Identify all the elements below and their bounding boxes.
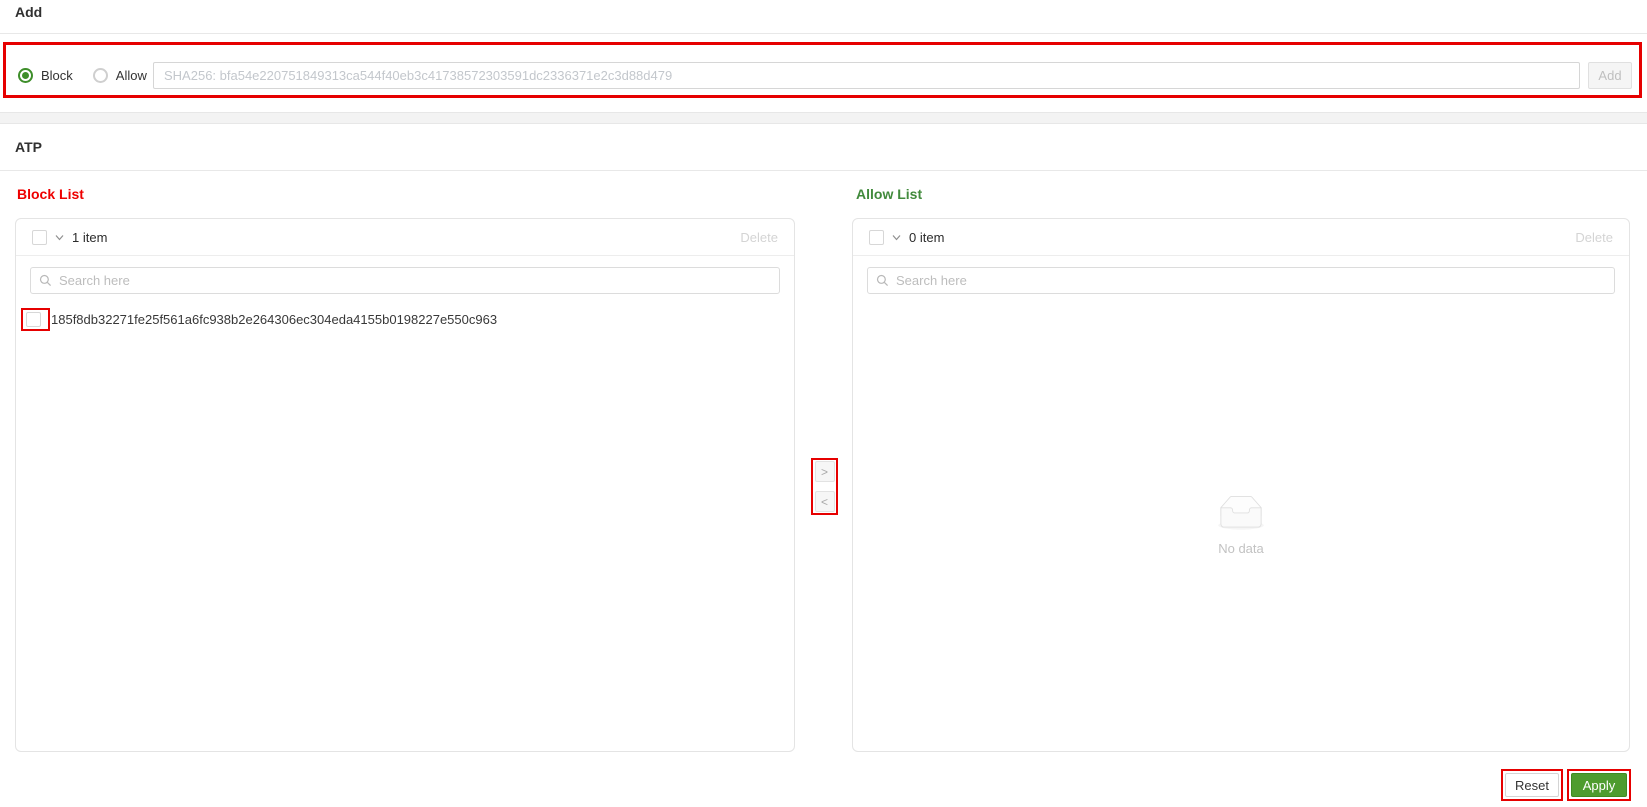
annotation-box-reset: Reset bbox=[1501, 769, 1563, 801]
annotation-box-apply: Apply bbox=[1567, 769, 1631, 801]
annotation-box-transfer-buttons: > < bbox=[811, 458, 838, 515]
add-button[interactable]: Add bbox=[1588, 62, 1632, 89]
allow-list-header: 0 item Delete bbox=[853, 219, 1629, 256]
section-separator bbox=[0, 112, 1647, 124]
empty-inbox-icon bbox=[1218, 496, 1264, 530]
block-list-title: Block List bbox=[17, 186, 84, 202]
allow-radio[interactable]: Allow bbox=[92, 67, 147, 83]
no-data-text: No data bbox=[1218, 541, 1264, 556]
divider bbox=[0, 33, 1647, 34]
radio-unselected-icon bbox=[92, 67, 108, 83]
allow-list-title: Allow List bbox=[856, 186, 923, 202]
allow-search-input[interactable] bbox=[867, 267, 1615, 294]
atp-settings-page: Add Block Allow Add ATP Block List Allow… bbox=[0, 0, 1647, 807]
block-list-header: 1 item Delete bbox=[16, 219, 794, 256]
move-to-block-button[interactable]: < bbox=[814, 491, 835, 512]
apply-button[interactable]: Apply bbox=[1571, 773, 1627, 797]
list-type-radio-group: Block Allow bbox=[18, 60, 147, 90]
block-search-input[interactable] bbox=[30, 267, 780, 294]
block-delete-button[interactable]: Delete bbox=[740, 230, 778, 245]
search-icon bbox=[876, 274, 889, 287]
allow-delete-button[interactable]: Delete bbox=[1575, 230, 1613, 245]
empty-state: No data bbox=[853, 495, 1629, 556]
allow-item-count: 0 item bbox=[909, 229, 945, 245]
block-list-panel: 1 item Delete 185f8db32271fe25f561a6fc93… bbox=[15, 218, 795, 752]
add-section-title: Add bbox=[15, 4, 43, 20]
block-radio-label: Block bbox=[41, 67, 73, 83]
sha256-hash-input[interactable] bbox=[153, 62, 1580, 89]
block-radio[interactable]: Block bbox=[18, 67, 73, 83]
allow-list-panel: 0 item Delete No data bbox=[852, 218, 1630, 752]
atp-section-title: ATP bbox=[15, 139, 42, 155]
block-list-item[interactable]: 185f8db32271fe25f561a6fc938b2e264306ec30… bbox=[21, 308, 780, 331]
item-hash-text: 185f8db32271fe25f561a6fc938b2e264306ec30… bbox=[51, 312, 498, 327]
allow-select-all-checkbox[interactable] bbox=[869, 229, 884, 245]
search-icon bbox=[39, 274, 52, 287]
move-to-allow-button[interactable]: > bbox=[814, 461, 835, 482]
radio-selected-icon bbox=[18, 67, 33, 83]
block-item-count: 1 item bbox=[72, 229, 108, 245]
divider bbox=[0, 170, 1647, 171]
chevron-down-icon[interactable] bbox=[891, 232, 902, 243]
chevron-down-icon[interactable] bbox=[54, 232, 65, 243]
annotation-box-item-checkbox bbox=[21, 308, 50, 331]
reset-button[interactable]: Reset bbox=[1505, 773, 1559, 797]
item-checkbox[interactable] bbox=[26, 312, 41, 327]
allow-radio-label: Allow bbox=[115, 67, 147, 83]
block-select-all-checkbox[interactable] bbox=[32, 229, 47, 245]
